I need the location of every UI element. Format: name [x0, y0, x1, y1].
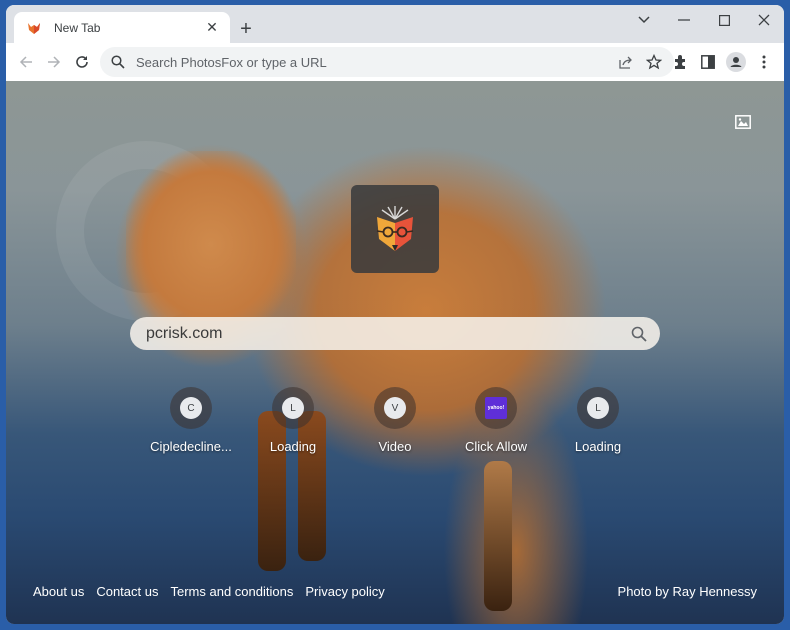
shortcut-label: Video: [378, 439, 412, 454]
letter-icon: C: [180, 397, 202, 419]
image-icon[interactable]: [735, 115, 751, 129]
shortcut-icon-ring: yahoo!: [475, 387, 517, 429]
letter-icon: L: [282, 397, 304, 419]
photo-credit: Photo by Ray Hennessy: [617, 584, 757, 599]
address-bar[interactable]: [100, 47, 674, 77]
search-box[interactable]: [130, 317, 660, 350]
address-input[interactable]: [134, 53, 612, 71]
menu-icon[interactable]: [750, 48, 778, 76]
new-tab-button[interactable]: +: [234, 17, 258, 41]
footer-link-terms[interactable]: Terms and conditions: [170, 584, 293, 599]
photosfox-logo-icon: [376, 206, 414, 251]
footer-link-contact-us[interactable]: Contact us: [96, 584, 158, 599]
shortcut-label: Loading: [574, 439, 622, 454]
shortcut-tile[interactable]: V Video: [347, 387, 443, 454]
tab-new-tab[interactable]: New Tab ✕: [14, 12, 230, 43]
photosfox-logo: [351, 185, 439, 273]
forward-icon[interactable]: [42, 50, 66, 74]
letter-icon: V: [384, 397, 406, 419]
background-photo-fox: [126, 151, 296, 321]
profile-icon[interactable]: [722, 48, 750, 76]
share-icon[interactable]: [612, 48, 640, 76]
back-icon[interactable]: [14, 50, 38, 74]
yahoo-icon: yahoo!: [485, 397, 507, 419]
extensions-icon[interactable]: [666, 48, 694, 76]
tab-title: New Tab: [54, 20, 101, 35]
search-icon: [110, 54, 126, 70]
shortcut-icon-ring: C: [170, 387, 212, 429]
reload-icon[interactable]: [70, 50, 94, 74]
shortcuts: C Cipledecline... L Loading V Video yaho…: [6, 387, 784, 467]
search-input[interactable]: [144, 323, 624, 344]
new-tab-page: C Cipledecline... L Loading V Video yaho…: [6, 81, 784, 624]
browser-window: New Tab ✕ + Search PhotosFox or type a U…: [6, 5, 784, 624]
letter-icon: L: [587, 397, 609, 419]
shortcut-label: Click Allow: [464, 439, 528, 454]
tab-strip: New Tab ✕ +: [6, 5, 784, 43]
toolbar: [6, 43, 784, 81]
shortcut-icon-ring: V: [374, 387, 416, 429]
side-panel-icon[interactable]: [694, 48, 722, 76]
search-icon[interactable]: [624, 319, 654, 349]
minimize-icon[interactable]: [664, 5, 704, 35]
shortcut-tile[interactable]: L Loading: [550, 387, 646, 454]
shortcut-tile[interactable]: yahoo! Click Allow: [448, 387, 544, 454]
footer-link-about-us[interactable]: About us: [33, 584, 84, 599]
shortcut-icon-ring: L: [272, 387, 314, 429]
shortcut-tile[interactable]: C Cipledecline...: [143, 387, 239, 454]
tab-search-chevron-icon[interactable]: [624, 5, 664, 35]
footer-link-privacy[interactable]: Privacy policy: [305, 584, 384, 599]
shortcut-icon-ring: L: [577, 387, 619, 429]
bookmark-star-icon[interactable]: [640, 48, 668, 76]
photosfox-favicon-icon: [26, 20, 42, 36]
shortcut-label: Cipledecline...: [150, 439, 232, 454]
shortcut-tile[interactable]: L Loading: [245, 387, 341, 454]
close-window-icon[interactable]: [744, 5, 784, 35]
footer: About us Contact us Terms and conditions…: [6, 574, 784, 624]
tab-close-icon[interactable]: ✕: [202, 18, 222, 38]
maximize-icon[interactable]: [704, 5, 744, 35]
shortcut-label: Loading: [269, 439, 317, 454]
